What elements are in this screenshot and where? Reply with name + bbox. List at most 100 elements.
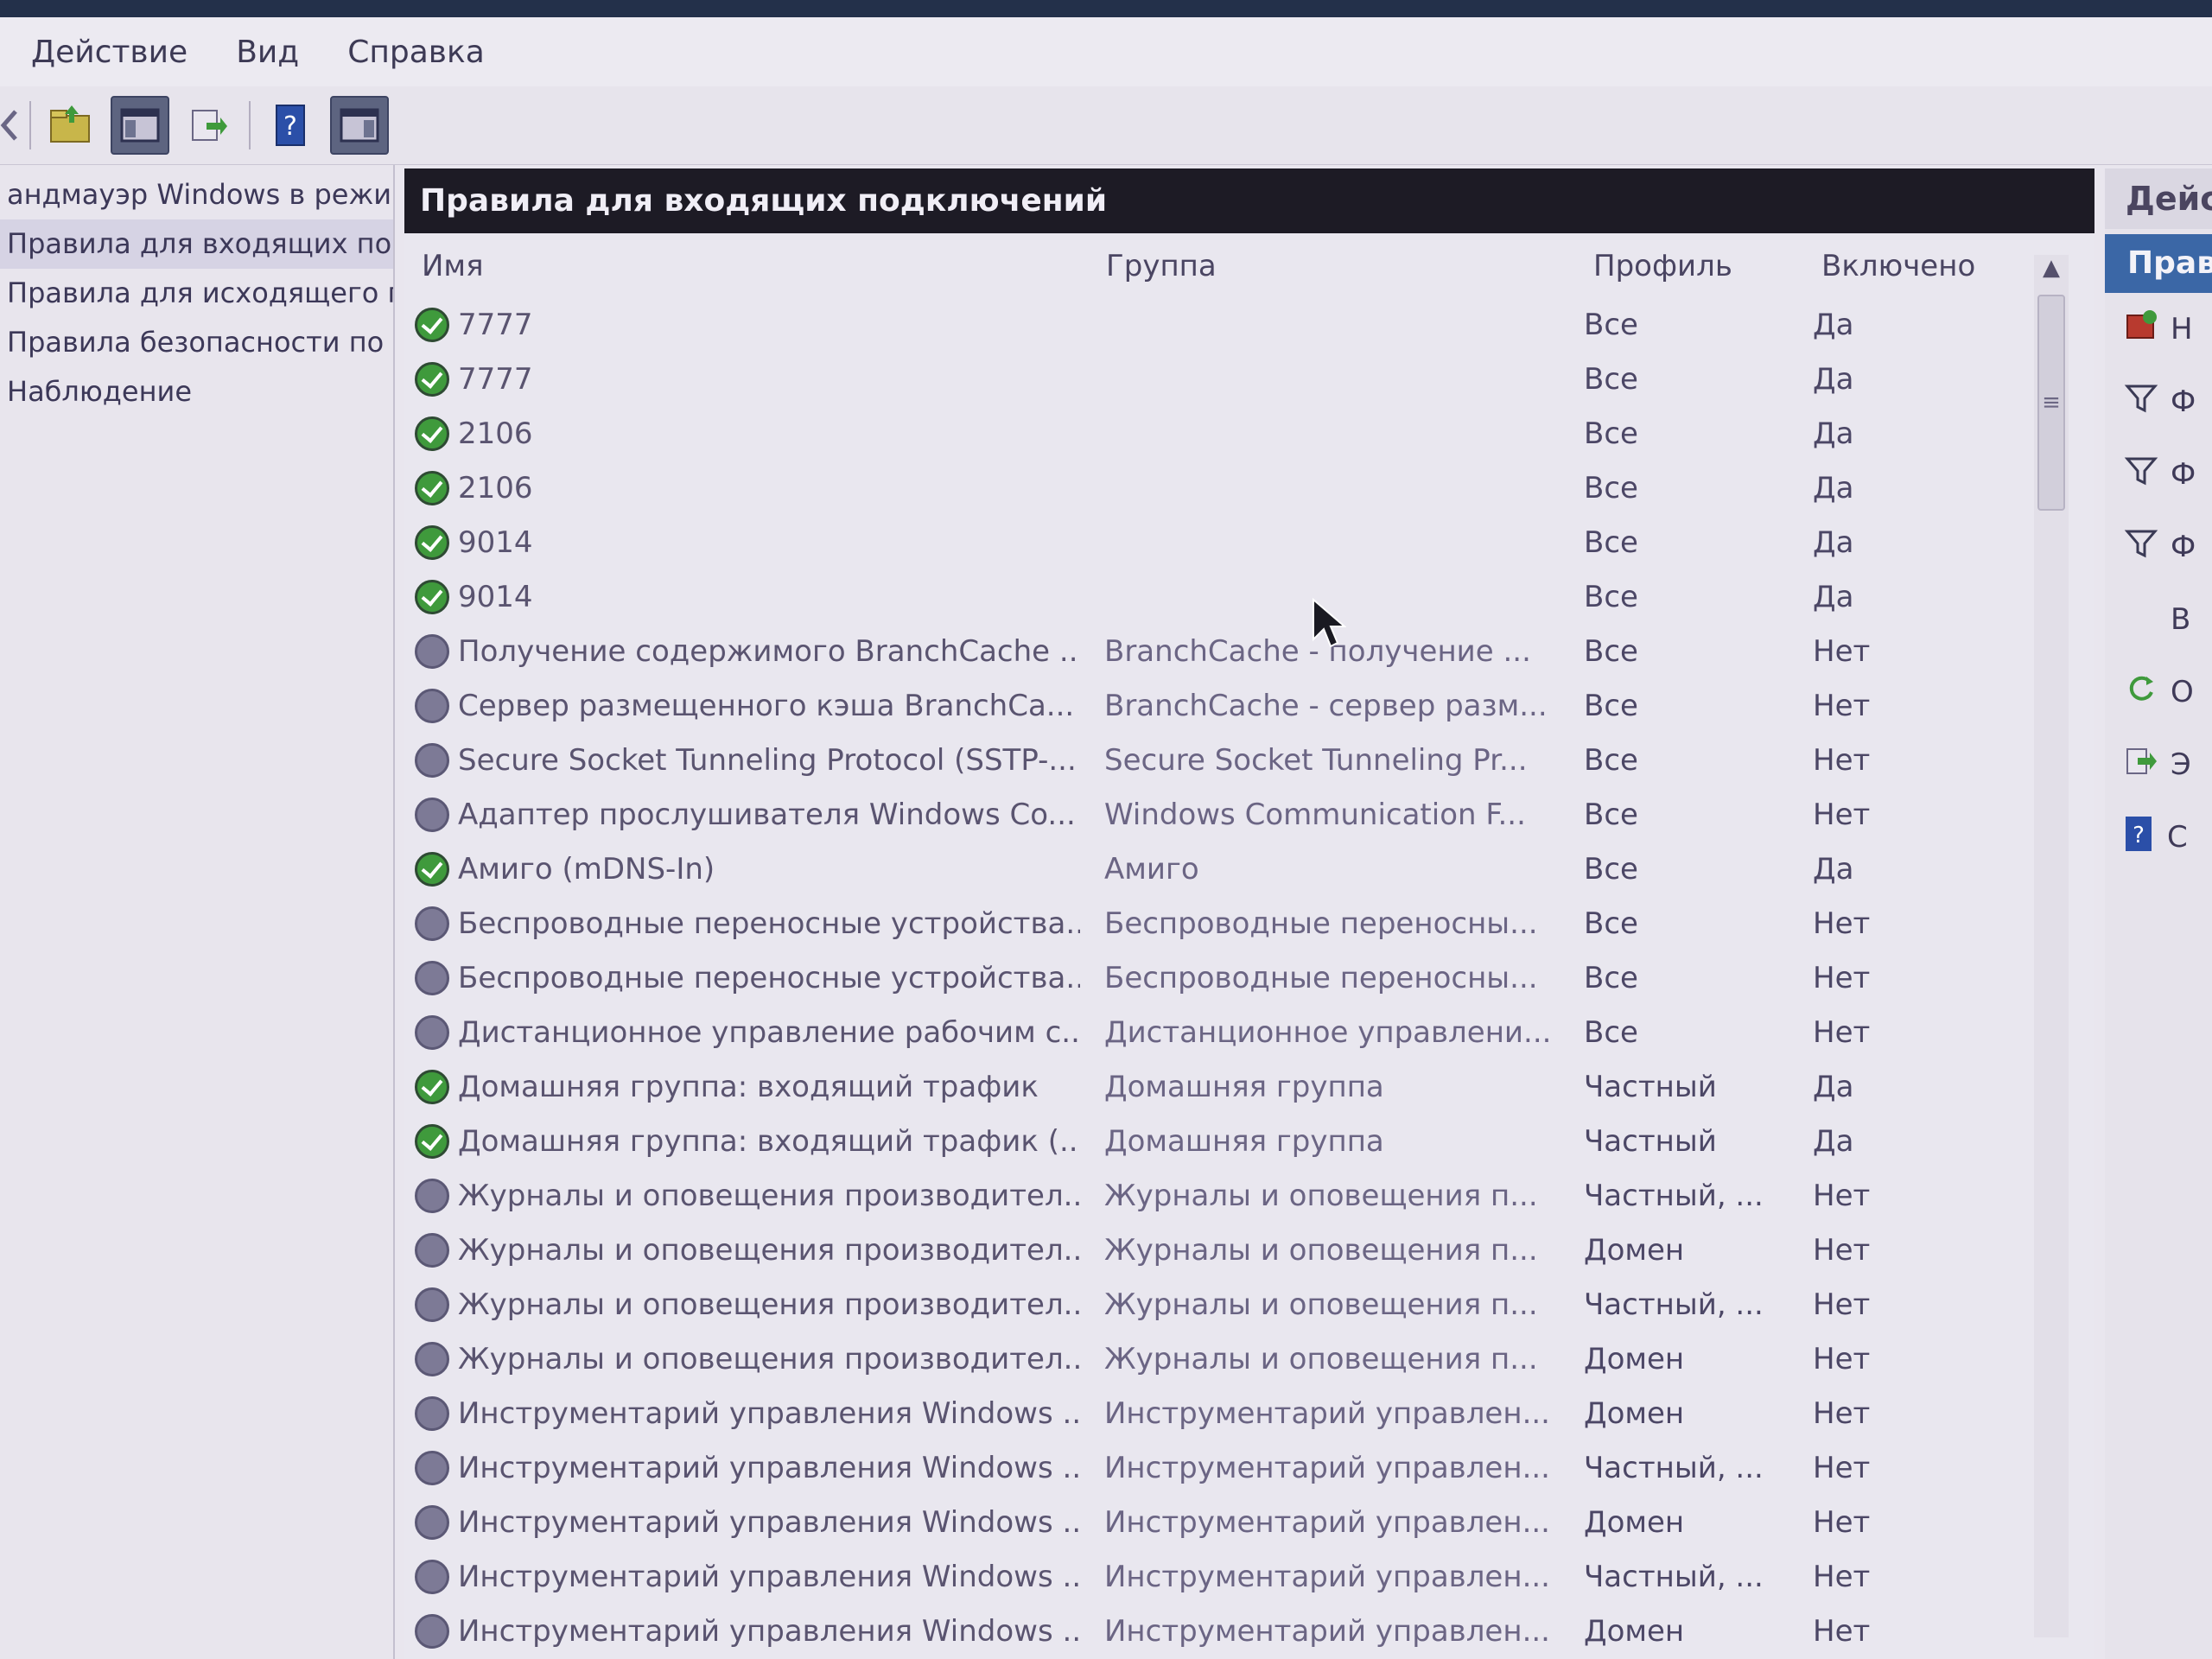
table-row[interactable]: Журналы и оповещения производител... Журн… <box>404 1223 2094 1277</box>
back-arrow-icon[interactable] <box>0 98 17 153</box>
rule-enabled: Да <box>1813 362 1854 397</box>
rule-enabled: Нет <box>1813 1233 1871 1268</box>
tree-item-firewall-root[interactable]: андмауэр Windows в режим <box>0 170 393 219</box>
tree-item-connection-security-rules[interactable]: Правила безопасности по <box>0 318 393 367</box>
table-row[interactable]: Инструментарий управления Windows ...Инс… <box>404 1495 2094 1549</box>
tree-item-outbound-rules[interactable]: Правила для исходящего п <box>0 269 393 318</box>
table-row[interactable]: 7777 Все Да <box>404 297 2094 352</box>
table-row[interactable]: Дистанционное управление рабочим с... Дис… <box>404 1005 2094 1059</box>
rule-profile: Домен <box>1584 1505 1685 1540</box>
rule-name: Беспроводные переносные устройства... <box>458 961 1080 995</box>
table-row[interactable]: Домашняя группа: входящий трафик Домашняя… <box>404 1059 2094 1114</box>
rule-disabled-icon <box>415 798 449 832</box>
tree-item-inbound-rules[interactable]: Правила для входящих по <box>0 219 393 269</box>
rule-name: Получение содержимого BranchCache ... <box>458 634 1080 669</box>
rule-enabled: Да <box>1813 1124 1854 1159</box>
column-header-name[interactable]: Имя <box>422 249 484 283</box>
rule-enabled: Да <box>1813 580 1854 614</box>
tree-item-monitoring[interactable]: Наблюдение <box>0 367 393 416</box>
rule-name: Инструментарий управления Windows ... <box>458 1614 1080 1649</box>
table-row[interactable]: 9014 Все Да <box>404 569 2094 624</box>
rule-name: Домашняя группа: входящий трафик (... <box>458 1124 1080 1159</box>
show-hide-action-pane-icon[interactable] <box>330 96 389 155</box>
column-header-group[interactable]: Группа <box>1106 249 1217 283</box>
table-row[interactable]: Получение содержимого BranchCache ... Bra… <box>404 624 2094 678</box>
rule-profile: Частный <box>1584 1070 1717 1104</box>
new-rule-icon <box>2124 308 2158 351</box>
table-row[interactable]: Secure Socket Tunneling Protocol (SSTP-.… <box>404 733 2094 787</box>
table-row[interactable]: Беспроводные переносные устройства... Бес… <box>404 950 2094 1005</box>
export-icon <box>2124 744 2158 786</box>
rule-profile: Домен <box>1584 1614 1685 1649</box>
table-row[interactable]: Журналы и оповещения производител... Журн… <box>404 1332 2094 1386</box>
rules-list: 7777 Все Да 7777 Все Да 2106 Все Да 2106 Все Да 9014… <box>404 297 2094 1659</box>
rule-name: Инструментарий управления Windows ... <box>458 1505 1080 1540</box>
rule-name: Журналы и оповещения производител... <box>458 1287 1080 1322</box>
scroll-up-icon[interactable]: ▲ <box>2043 255 2060 281</box>
rule-profile: Все <box>1584 634 1638 669</box>
action-item[interactable]: Ф <box>2105 365 2212 438</box>
rule-name: Беспроводные переносные устройства... <box>458 906 1080 941</box>
action-item[interactable]: Н <box>2105 293 2212 365</box>
action-item[interactable]: ? С <box>2105 801 2212 874</box>
action-item[interactable]: Ф <box>2105 438 2212 511</box>
help-icon: ? <box>2124 815 2155 861</box>
rule-enabled: Нет <box>1813 1179 1871 1213</box>
rule-profile: Все <box>1584 525 1638 560</box>
table-row[interactable]: Сервер размещенного кэша BranchCa... Bran… <box>404 678 2094 733</box>
rule-profile: Все <box>1584 906 1638 941</box>
table-row[interactable]: Инструментарий управления Windows ...Инс… <box>404 1604 2094 1658</box>
rule-name: Secure Socket Tunneling Protocol (SSTP-.… <box>458 743 1077 778</box>
show-hide-tree-icon[interactable] <box>111 96 169 155</box>
window-title-strip <box>0 0 2212 17</box>
table-row[interactable]: Беспроводные переносные устройства... Бес… <box>404 896 2094 950</box>
rule-profile: Все <box>1584 852 1638 887</box>
actions-pane: Дейс Прав Н Ф Ф Ф В О Э? С <box>2105 168 2212 1659</box>
rule-profile: Частный, ... <box>1584 1287 1764 1322</box>
rule-name: Дистанционное управление рабочим с... <box>458 1015 1080 1050</box>
action-label: Н <box>2171 312 2193 346</box>
rule-disabled-icon <box>415 1287 449 1322</box>
action-item[interactable]: Ф <box>2105 511 2212 583</box>
actions-section-header[interactable]: Прав <box>2105 234 2212 293</box>
menu-view[interactable]: Вид <box>236 35 299 70</box>
action-item[interactable]: Э <box>2105 728 2212 801</box>
filter-icon <box>2124 526 2158 569</box>
help-icon[interactable]: ? <box>263 98 318 153</box>
table-row[interactable]: 2106 Все Да <box>404 406 2094 461</box>
table-row[interactable]: 2106 Все Да <box>404 461 2094 515</box>
rule-enabled: Нет <box>1813 1396 1871 1431</box>
toolbar-separator <box>249 101 251 149</box>
rule-name: 9014 <box>458 580 533 614</box>
action-item[interactable]: О <box>2105 656 2212 728</box>
table-row[interactable]: 7777 Все Да <box>404 352 2094 406</box>
rule-enabled: Нет <box>1813 689 1871 723</box>
menu-help[interactable]: Справка <box>347 35 485 70</box>
rule-disabled-icon <box>415 689 449 723</box>
table-row[interactable]: Журналы и оповещения производител... Журн… <box>404 1168 2094 1223</box>
menu-action[interactable]: Действие <box>31 35 188 70</box>
export-icon[interactable] <box>181 98 237 153</box>
table-row[interactable]: Адаптер прослушивателя Windows Co... Wind… <box>404 787 2094 842</box>
folder-up-icon[interactable] <box>43 98 99 153</box>
rule-enabled-icon <box>415 471 449 505</box>
table-row[interactable]: Инструментарий управления Windows ...Инс… <box>404 1440 2094 1495</box>
actions-title: Дейс <box>2105 168 2212 229</box>
rule-enabled-icon <box>415 852 449 887</box>
table-row[interactable]: Журналы и оповещения производител... Журн… <box>404 1277 2094 1332</box>
vertical-scrollbar[interactable]: ▲ ≡ <box>2034 255 2069 1637</box>
table-row[interactable]: 9014 Все Да <box>404 515 2094 569</box>
table-row[interactable]: Домашняя группа: входящий трафик (... Дом… <box>404 1114 2094 1168</box>
rule-name: Амиго (mDNS-In) <box>458 852 715 887</box>
scroll-thumb[interactable]: ≡ <box>2037 295 2065 511</box>
column-header-profile[interactable]: Профиль <box>1593 249 1732 283</box>
rule-profile: Домен <box>1584 1342 1685 1376</box>
table-row[interactable]: Инструментарий управления Windows ...Инс… <box>404 1386 2094 1440</box>
action-item[interactable]: В <box>2105 583 2212 656</box>
rule-enabled-icon <box>415 308 449 342</box>
table-row[interactable]: Инструментарий управления Windows ...Инс… <box>404 1549 2094 1604</box>
column-header-enabled[interactable]: Включено <box>1821 249 1975 283</box>
table-row[interactable]: Амиго (mDNS-In) Амиго Все Да <box>404 842 2094 896</box>
rule-profile: Все <box>1584 471 1638 505</box>
rule-disabled-icon <box>415 1451 449 1485</box>
